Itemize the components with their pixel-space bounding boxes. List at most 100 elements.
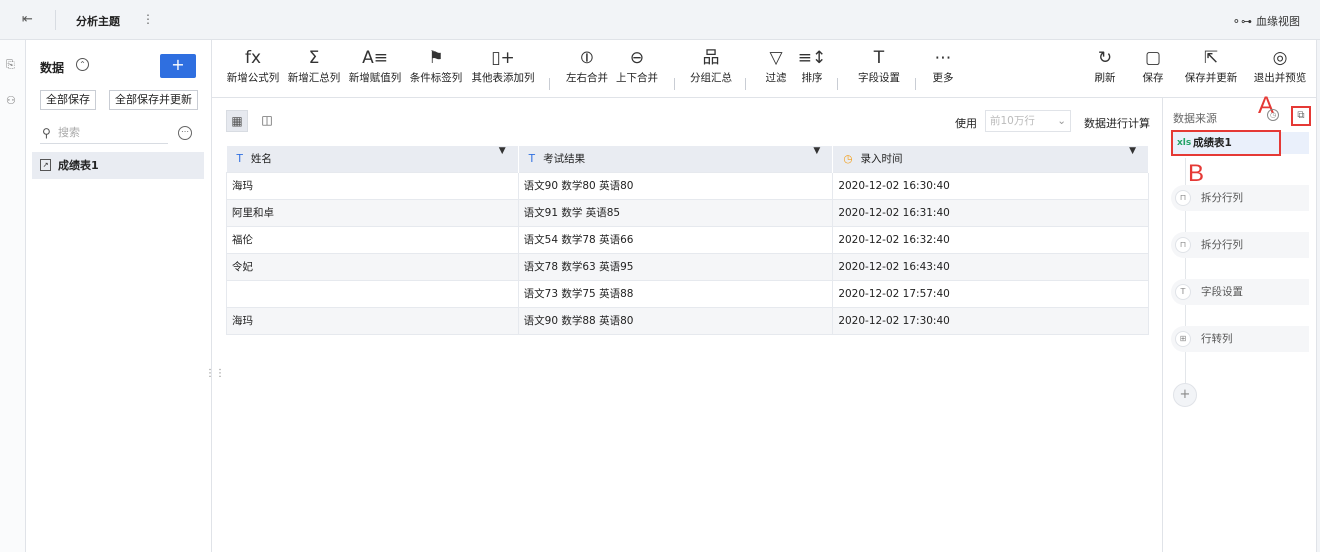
table-cell[interactable]: 海玛 [226,171,519,200]
save-all-button[interactable]: 全部保存 [40,90,96,110]
excel-icon: xls [1177,138,1192,148]
toolbar-divider [745,78,746,90]
table-cell[interactable]: 2020-12-02 16:32:40 [832,225,1149,254]
relations-icon[interactable]: ⚇ [6,94,20,108]
add-summary-column-button[interactable]: Σ 新增汇总列 [285,46,343,86]
table-cell[interactable]: 语文78 数学63 英语95 [517,252,834,281]
table-cell[interactable]: 语文54 数学78 英语66 [517,225,834,254]
table-cell[interactable]: 海玛 [226,306,519,335]
table-cell[interactable]: 语文73 数学75 英语88 [517,279,834,308]
left-right-merge-button[interactable]: ⦶ 左右合并 [562,46,612,86]
save-all-update-button[interactable]: 全部保存并更新 [109,90,198,110]
page-title: 分析主题 [76,15,120,28]
table-cell[interactable]: 令妃 [226,252,519,281]
top-bottom-merge-button[interactable]: ⊖ 上下合并 [612,46,662,86]
table-cell[interactable]: 2020-12-02 16:43:40 [832,252,1149,281]
table-cell[interactable]: 2020-12-02 17:30:40 [832,306,1149,335]
field-settings-button[interactable]: T 字段设置 [850,46,908,86]
more-button[interactable]: ⋯ 更多 [928,46,958,86]
caret-down-icon[interactable]: ▼ [813,146,820,156]
group-summary-button[interactable]: 品 分组汇总 [686,46,736,86]
exit-icon[interactable]: ⇤ [22,12,38,28]
more-options-icon[interactable]: ⋮ [142,12,154,26]
table-cell[interactable]: 语文90 数学88 英语80 [517,306,834,335]
sort-button[interactable]: ≡↕ 排序 [797,46,827,86]
table-row: 福伦 语文54 数学78 英语66 2020-12-02 16:32:40 [226,225,1149,254]
caret-down-icon[interactable]: ▼ [499,146,506,156]
column-header-result[interactable]: T 考试结果 ▼ [518,146,834,172]
toolbar-divider [674,78,675,90]
refresh-button[interactable]: ↻ 刷新 [1090,46,1120,86]
table-cell[interactable]: 2020-12-02 16:30:40 [832,171,1149,200]
filter-icon: ▽ [769,48,783,68]
table-cell[interactable]: 福伦 [226,225,519,254]
flag-icon: ⚑ [428,48,444,68]
add-column-from-table-button[interactable]: ▯+ 其他表添加列 [468,46,538,86]
view-options-bar: ▦ ◫ 使用 前10万行 ⌄ 数据进行计算 [212,98,1162,144]
table-cell[interactable]: 阿里和卓 [226,198,519,227]
table-cell[interactable]: 语文91 数学 英语85 [517,198,834,227]
add-formula-column-button[interactable]: fx 新增公式列 [224,46,282,86]
toolbar-divider [837,78,838,90]
table-list-item[interactable]: ↗ 成绩表1 [32,152,204,179]
toolbar-divider [549,78,550,90]
pivot-icon: ⊞ [1175,331,1191,347]
layout-view-icon[interactable]: ◫ [256,110,278,132]
right-edge [1316,40,1320,552]
table-row: 令妃 语文78 数学63 英语95 2020-12-02 16:43:40 [226,252,1149,281]
source-table-name: 成绩表1 [1193,137,1232,149]
resize-handle-icon[interactable]: ⋮⋮ [205,368,225,379]
field-settings-icon: T [1175,284,1191,300]
save-update-icon: ⇱ [1203,48,1219,68]
chevron-down-icon: ⌄ [1057,115,1066,127]
merge-vertical-icon: ⊖ [629,48,645,68]
step-label: 行转列 [1201,333,1233,345]
time-type-icon: ◷ [843,153,853,166]
add-data-button[interactable]: + [160,54,196,78]
table-cell[interactable] [226,279,519,308]
exit-and-preview-button[interactable]: ◎ 退出并预览 [1250,46,1310,86]
lineage-icon: ⚬⊶ [1231,14,1252,28]
caret-down-icon[interactable]: ▼ [1129,146,1136,156]
table-cell[interactable]: 2020-12-02 17:57:40 [832,279,1149,308]
toolbar: fx 新增公式列 Σ 新增汇总列 A≡ 新增赋值列 ⚑ 条件标签列 ▯+ 其他表… [212,40,1320,98]
lineage-view-button[interactable]: ⚬⊶ 血缘视图 [1232,13,1300,29]
collapse-icon[interactable]: ⌃ [76,58,89,71]
column-header-name[interactable]: T 姓名 ▼ [226,146,519,172]
add-step-button[interactable]: + [1173,383,1197,407]
refresh-icon: ↻ [1097,48,1113,68]
step-label: 拆分行列 [1201,239,1243,251]
step-row-to-column[interactable]: ⊞ 行转列 [1171,326,1309,352]
add-column-icon: ▯+ [491,48,515,68]
grid-view-icon[interactable]: ▦ [226,110,248,132]
row-limit-select[interactable]: 前10万行 ⌄ [985,110,1071,132]
column-header-time[interactable]: ◷ 录入时间 ▼ [832,146,1149,172]
data-table: T 姓名 ▼ T 考试结果 ▼ ◷ 录入时间 ▼ 海玛 语文90 数学80 英语80 … [226,146,1149,335]
field-settings-icon: T [873,48,885,68]
add-assign-column-button[interactable]: A≡ 新增赋值列 [346,46,404,86]
table-row: 海玛 语文90 数学80 英语80 2020-12-02 16:30:40 [226,171,1149,200]
clock-icon[interactable]: ◷ [1267,109,1279,121]
save-icon: ▢ [1144,48,1162,68]
switch-view-icon[interactable]: ⧉ [1291,106,1311,126]
step-field-settings[interactable]: T 字段设置 [1171,279,1309,305]
condition-tag-column-button[interactable]: ⚑ 条件标签列 [407,46,465,86]
step-split-rows-columns[interactable]: ⊓ 拆分行列 [1171,185,1309,211]
save-button[interactable]: ▢ 保存 [1138,46,1168,86]
table-cell[interactable]: 2020-12-02 16:31:40 [832,198,1149,227]
source-table-item[interactable]: xls 成绩表1 [1171,130,1281,156]
step-label: 字段设置 [1201,286,1243,298]
filter-button[interactable]: ▽ 过滤 [761,46,791,86]
more-icon[interactable]: ⋯ [178,126,192,140]
save-and-update-button[interactable]: ⇱ 保存并更新 [1181,46,1241,86]
source-row-bg [1281,132,1309,154]
table-icon: ↗ [40,159,51,171]
data-prep-icon[interactable]: ⎘ [6,58,20,72]
lineage-label: 血缘视图 [1256,15,1300,28]
step-split-rows-columns[interactable]: ⊓ 拆分行列 [1171,232,1309,258]
table-row: 海玛 语文90 数学88 英语80 2020-12-02 17:30:40 [226,306,1149,335]
formula-icon: fx [244,48,262,68]
text-type-icon: T [528,153,536,166]
table-cell[interactable]: 语文90 数学80 英语80 [517,171,834,200]
search-input[interactable]: ⚲ 搜索 [40,122,168,144]
